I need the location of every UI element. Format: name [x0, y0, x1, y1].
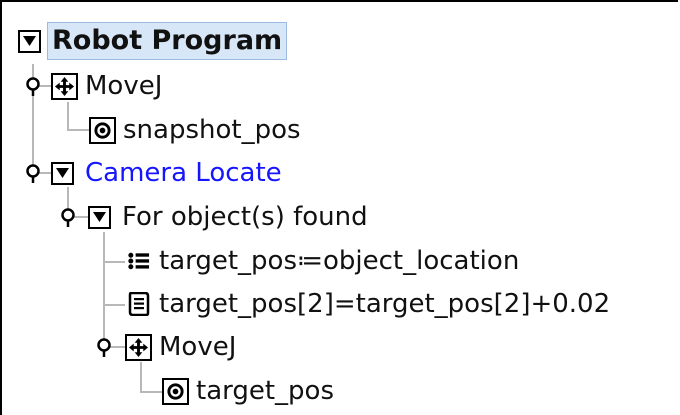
tree-line	[103, 304, 125, 306]
tree-root-node[interactable]: Robot Program	[18, 22, 288, 60]
tree-node-movej[interactable]: MoveJ	[125, 330, 236, 364]
assignment-list-icon	[125, 247, 152, 275]
tree-node-camera-locate[interactable]: Camera Locate	[51, 156, 282, 190]
collapse-triangle-icon[interactable]	[51, 161, 74, 185]
tree-line	[140, 362, 142, 392]
program-tree-panel: Robot Program MoveJ snapshot_pos Camera …	[0, 0, 678, 415]
tree-line	[140, 391, 162, 393]
node-label: MoveJ	[85, 71, 163, 101]
tree-node-movej[interactable]: MoveJ	[51, 69, 162, 103]
collapse-triangle-icon[interactable]	[18, 29, 41, 53]
tree-line	[103, 261, 125, 263]
node-label: For object(s) found	[122, 202, 368, 232]
pin-handle-icon[interactable]	[95, 338, 113, 358]
move-cross-icon	[125, 333, 152, 361]
tree-node-script[interactable]: target_pos[2]=target_pos[2]+0.02	[125, 287, 610, 321]
node-label: Camera Locate	[85, 158, 282, 188]
root-label[interactable]: Robot Program	[47, 22, 288, 60]
tree-node-for-objects-found[interactable]: For object(s) found	[88, 200, 368, 234]
waypoint-icon	[89, 116, 116, 144]
tree-node-waypoint[interactable]: snapshot_pos	[89, 113, 301, 147]
node-label: MoveJ	[159, 332, 237, 362]
node-label: target_pos≔object_location	[159, 246, 520, 276]
pin-handle-icon[interactable]	[59, 208, 77, 228]
node-label: target_pos	[196, 376, 335, 406]
tree-node-assignment[interactable]: target_pos≔object_location	[125, 244, 519, 278]
node-label: target_pos[2]=target_pos[2]+0.02	[159, 289, 611, 319]
pin-handle-icon[interactable]	[24, 164, 42, 184]
node-label: snapshot_pos	[123, 115, 301, 145]
waypoint-icon	[162, 377, 189, 405]
pin-handle-icon[interactable]	[24, 77, 42, 97]
tree-line	[67, 129, 89, 131]
tree-node-waypoint[interactable]: target_pos	[162, 374, 334, 408]
tree-line	[103, 232, 105, 347]
script-icon	[125, 290, 152, 318]
move-cross-icon	[51, 72, 78, 100]
tree-line	[67, 102, 69, 130]
collapse-triangle-icon[interactable]	[88, 205, 111, 229]
